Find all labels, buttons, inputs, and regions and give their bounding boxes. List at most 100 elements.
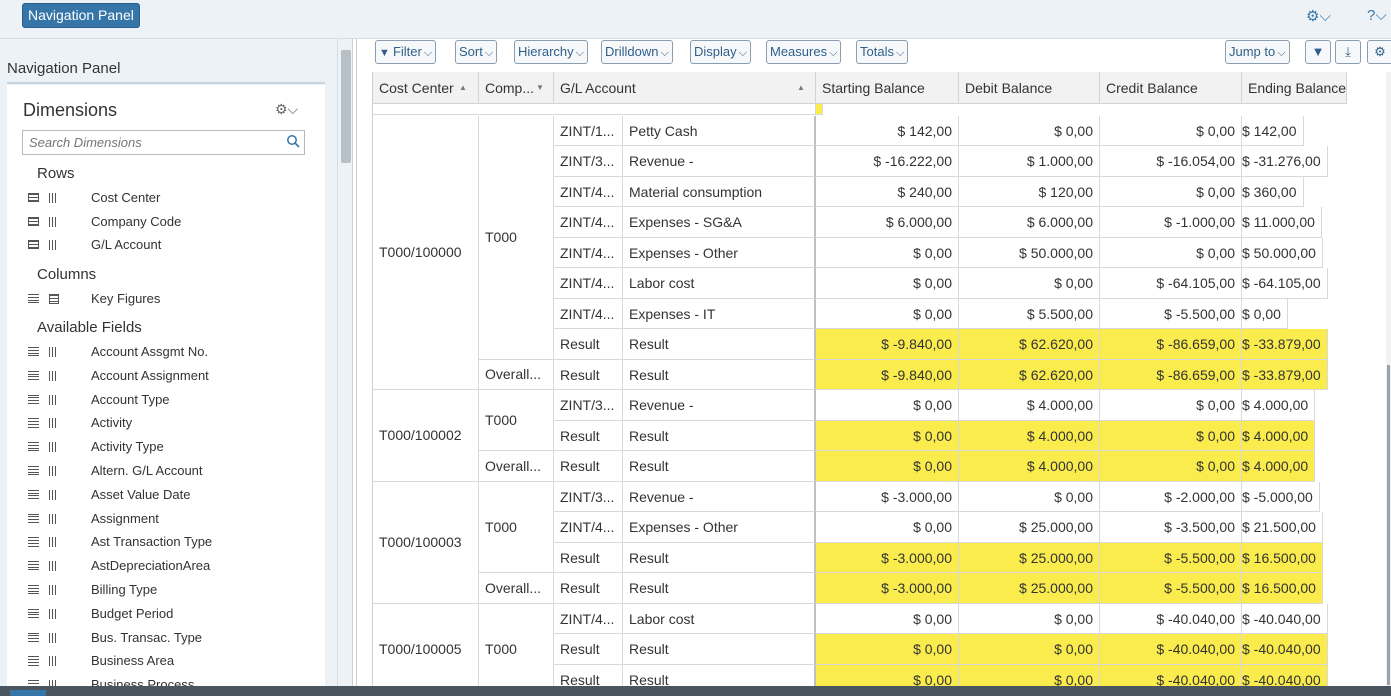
value-cell[interactable]: $ 0,00 [816,237,959,268]
company-code-cell[interactable]: T000 [479,603,554,686]
value-cell[interactable]: $ -1.000,00 [1100,207,1242,238]
table-settings-button[interactable]: ⚙ [1367,40,1391,64]
value-cell[interactable]: $ -40.040,00 [1100,603,1242,634]
gl-description-cell[interactable]: Expenses - IT [623,298,816,329]
column-header[interactable]: Debit Balance [959,72,1100,104]
column-header[interactable]: Credit Balance [1100,72,1242,104]
gl-account-cell[interactable]: Result [554,420,623,451]
value-cell[interactable]: $ 0,00 [1100,390,1242,421]
dimension-row[interactable]: Account Assignment [25,368,325,388]
gl-description-cell[interactable]: Material consumption [623,176,816,207]
gl-account-cell[interactable]: ZINT/3... [554,146,623,177]
company-code-cell[interactable]: T000 [479,390,554,451]
gl-account-cell[interactable]: ZINT/4... [554,512,623,543]
cost-center-cell[interactable]: T000/100005 [373,603,479,686]
gl-account-cell[interactable]: ZINT/4... [554,268,623,299]
value-cell[interactable]: $ 0,00 [816,634,959,665]
sort-ascending-icon[interactable]: ▲ [459,83,467,92]
value-cell[interactable]: $ -5.500,00 [1100,573,1242,604]
column-header[interactable]: Starting Balance [816,72,959,104]
value-cell[interactable]: $ 0,00 [816,298,959,329]
value-cell[interactable]: $ 0,00 [959,634,1100,665]
value-cell[interactable]: $ 50.000,00 [1242,237,1323,268]
value-cell[interactable]: $ -5.000,00 [1242,481,1320,512]
value-cell[interactable]: $ 0,00 [816,268,959,299]
value-cell[interactable]: $ 0,00 [816,451,959,482]
value-cell[interactable]: $ -40.040,00 [1242,603,1328,634]
gl-description-cell[interactable]: Result [623,573,816,604]
gl-account-cell[interactable]: ZINT/3... [554,390,623,421]
value-cell[interactable]: $ -9.840,00 [816,359,959,390]
cost-center-cell[interactable]: T000/100000 [373,115,479,390]
filter-icon[interactable]: ▼ [536,83,544,92]
value-cell[interactable]: $ -9.840,00 [816,329,959,360]
status-bar-tab[interactable] [10,690,46,696]
gl-account-cell[interactable]: ZINT/4... [554,237,623,268]
dimension-row[interactable]: Account Type [25,392,325,412]
gl-account-cell[interactable]: ZINT/4... [554,603,623,634]
value-cell[interactable]: $ 25.000,00 [959,542,1100,573]
value-cell[interactable]: $ 4.000,00 [959,420,1100,451]
dimension-row[interactable]: AstDepreciationArea [25,558,325,578]
dimension-row[interactable]: Budget Period [25,606,325,626]
value-cell[interactable]: $ 0,00 [1242,298,1288,329]
dimension-row[interactable]: Bus. Transac. Type [25,630,325,650]
value-cell[interactable]: $ 6.000,00 [816,207,959,238]
gl-description-cell[interactable]: Result [623,420,816,451]
gl-account-cell[interactable]: ZINT/3... [554,481,623,512]
value-cell[interactable]: $ 4.000,00 [1242,451,1316,482]
sort-ascending-icon[interactable]: ▲ [797,83,805,92]
gl-description-cell[interactable]: Result [623,451,816,482]
value-cell[interactable]: $ 0,00 [959,115,1100,146]
help-icon[interactable]: ?⌵ [1367,7,1387,24]
toolbar-button-totals[interactable]: Totals ⌵ [856,40,909,64]
value-cell[interactable]: $ 4.000,00 [1242,390,1316,421]
value-cell[interactable]: $ -2.000,00 [1100,481,1242,512]
value-cell[interactable]: $ 0,00 [959,664,1100,686]
value-cell[interactable]: $ 0,00 [816,603,959,634]
value-cell[interactable]: $ -33.879,00 [1242,359,1328,390]
search-icon[interactable] [286,134,300,148]
toolbar-button-filter[interactable]: ▼ Filter ⌵ [375,40,437,64]
value-cell[interactable]: $ -40.040,00 [1100,664,1242,686]
gl-account-cell[interactable]: Result [554,573,623,604]
search-dimensions-input[interactable] [23,131,278,154]
company-code-cell[interactable]: Overall... [479,359,554,390]
company-code-cell[interactable]: Overall... [479,573,554,604]
company-code-cell[interactable]: Overall... [479,451,554,482]
value-cell[interactable]: $ -3.000,00 [816,542,959,573]
gl-account-cell[interactable]: Result [554,329,623,360]
value-cell[interactable]: $ 120,00 [959,176,1100,207]
gl-account-cell[interactable]: ZINT/1... [554,115,623,146]
gl-description-cell[interactable]: Revenue - [623,481,816,512]
value-cell[interactable]: $ -86.659,00 [1100,329,1242,360]
value-cell[interactable]: $ 240,00 [816,176,959,207]
toolbar-button-display[interactable]: Display ⌵ [690,40,751,64]
filter-button[interactable]: ▼ [1305,40,1331,64]
navigation-panel-button[interactable]: Navigation Panel [22,3,140,28]
value-cell[interactable]: $ 6.000,00 [959,207,1100,238]
table-scrollbar-thumb[interactable] [1387,365,1390,685]
gl-description-cell[interactable]: Revenue - [623,390,816,421]
dimensions-settings-icon[interactable]: ⚙⌵ [275,101,298,118]
value-cell[interactable]: $ 0,00 [816,664,959,686]
dimension-row[interactable]: Ast Transaction Type [25,534,325,554]
dimension-row[interactable]: Assignment [25,511,325,531]
dimension-row[interactable]: Activity Type [25,439,325,459]
value-cell[interactable]: $ 142,00 [816,115,959,146]
value-cell[interactable]: $ 62.620,00 [959,329,1100,360]
dimension-row[interactable]: Asset Value Date [25,487,325,507]
value-cell[interactable]: $ 16.500,00 [1242,573,1323,604]
gl-account-cell[interactable]: ZINT/4... [554,207,623,238]
value-cell[interactable]: $ 0,00 [816,512,959,543]
column-header[interactable]: Ending Balance [1242,72,1348,104]
value-cell[interactable]: $ 0,00 [959,481,1100,512]
value-cell[interactable]: $ 4.000,00 [959,390,1100,421]
value-cell[interactable]: $ 0,00 [1100,451,1242,482]
value-cell[interactable]: $ -16.054,00 [1100,146,1242,177]
value-cell[interactable]: $ 1.000,00 [959,146,1100,177]
value-cell[interactable]: $ 360,00 [1242,176,1304,207]
dimension-row[interactable]: G/L Account [25,237,325,257]
gl-description-cell[interactable]: Petty Cash [623,115,816,146]
value-cell[interactable]: $ 0,00 [1100,237,1242,268]
